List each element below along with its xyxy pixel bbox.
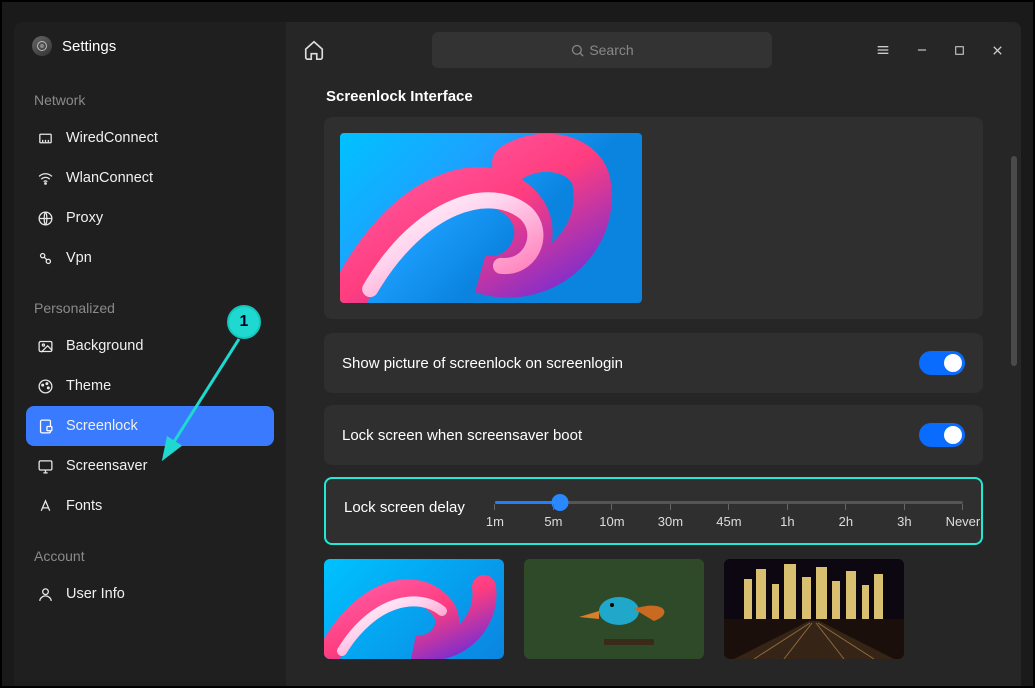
toggle-label: Show picture of screenlock on screenlogi…: [342, 355, 623, 372]
sidebar: Settings Network WiredConnect WlanConnec…: [14, 22, 286, 686]
sidebar-item-label: User Info: [66, 586, 125, 602]
sidebar-item-label: WiredConnect: [66, 130, 158, 146]
main-panel: Search Screenlock Interface: [286, 22, 1021, 686]
sidebar-item-vpn[interactable]: Vpn: [26, 238, 274, 278]
window-controls: [875, 42, 1005, 58]
sidebar-item-screenlock[interactable]: Screenlock: [26, 406, 274, 446]
wifi-icon: [36, 169, 54, 187]
sidebar-section-network: Network: [26, 70, 274, 118]
toggle-switch[interactable]: [919, 351, 965, 375]
wallpaper-thumb-2[interactable]: [524, 559, 704, 659]
app-title: Settings: [62, 38, 116, 55]
toggle-label: Lock screen when screensaver boot: [342, 427, 582, 444]
vpn-icon: [36, 249, 54, 267]
sidebar-item-proxy[interactable]: Proxy: [26, 198, 274, 238]
maximize-button[interactable]: [953, 44, 966, 57]
sidebar-item-label: Theme: [66, 378, 111, 394]
user-icon: [36, 585, 54, 603]
topbar: Search: [286, 22, 1021, 78]
sidebar-item-label: Fonts: [66, 498, 102, 514]
sidebar-item-fonts[interactable]: Fonts: [26, 486, 274, 526]
image-icon: [36, 337, 54, 355]
delay-label: Lock screen delay: [344, 497, 465, 516]
delay-slider[interactable]: 1m 5m 10m 30m 45m 1h 2h 3h Never: [495, 497, 963, 529]
wallpaper-thumb-3[interactable]: [724, 559, 904, 659]
sidebar-item-userinfo[interactable]: User Info: [26, 574, 274, 614]
annotation-badge: 1: [227, 305, 261, 339]
sidebar-item-theme[interactable]: Theme: [26, 366, 274, 406]
search-input[interactable]: Search: [432, 32, 772, 68]
minimize-button[interactable]: [915, 43, 929, 57]
ethernet-icon: [36, 129, 54, 147]
toggle-switch[interactable]: [919, 423, 965, 447]
wallpaper-gallery: [324, 559, 983, 659]
wallpaper-thumb-1[interactable]: [324, 559, 504, 659]
content-scroll[interactable]: Screenlock Interface: [286, 78, 1021, 686]
sidebar-item-label: WlanConnect: [66, 170, 153, 186]
app-title-row: Settings: [26, 30, 274, 70]
toggle-show-picture: Show picture of screenlock on screenlogi…: [324, 333, 983, 393]
sidebar-item-wiredconnect[interactable]: WiredConnect: [26, 118, 274, 158]
font-icon: [36, 497, 54, 515]
lock-screen-delay-card: Lock screen delay 1m 5m 10m 30m 45m 1h 2…: [324, 477, 983, 545]
toggle-lock-on-screensaver: Lock screen when screensaver boot: [324, 405, 983, 465]
screenlock-preview-image[interactable]: [340, 133, 642, 303]
sidebar-item-wlanconnect[interactable]: WlanConnect: [26, 158, 274, 198]
sidebar-item-label: Screenlock: [66, 418, 138, 434]
monitor-icon: [36, 457, 54, 475]
sidebar-item-label: Background: [66, 338, 143, 354]
settings-app-icon: [32, 36, 52, 56]
search-icon: [570, 43, 585, 58]
sidebar-item-screensaver[interactable]: Screensaver: [26, 446, 274, 486]
search-placeholder: Search: [589, 42, 633, 58]
menu-button[interactable]: [875, 42, 891, 58]
sidebar-section-account: Account: [26, 526, 274, 574]
screenlock-preview-card: [324, 117, 983, 319]
section-title: Screenlock Interface: [324, 78, 983, 117]
theme-icon: [36, 377, 54, 395]
sidebar-item-label: Vpn: [66, 250, 92, 266]
tablet-icon: [36, 417, 54, 435]
scrollbar-thumb[interactable]: [1011, 156, 1017, 366]
close-button[interactable]: [990, 43, 1005, 58]
sidebar-item-label: Screensaver: [66, 458, 147, 474]
delay-ticks: 1m 5m 10m 30m 45m 1h 2h 3h Never: [495, 514, 963, 529]
slider-handle[interactable]: [552, 494, 569, 511]
globe-icon: [36, 209, 54, 227]
sidebar-item-label: Proxy: [66, 210, 103, 226]
home-button[interactable]: [302, 38, 326, 62]
